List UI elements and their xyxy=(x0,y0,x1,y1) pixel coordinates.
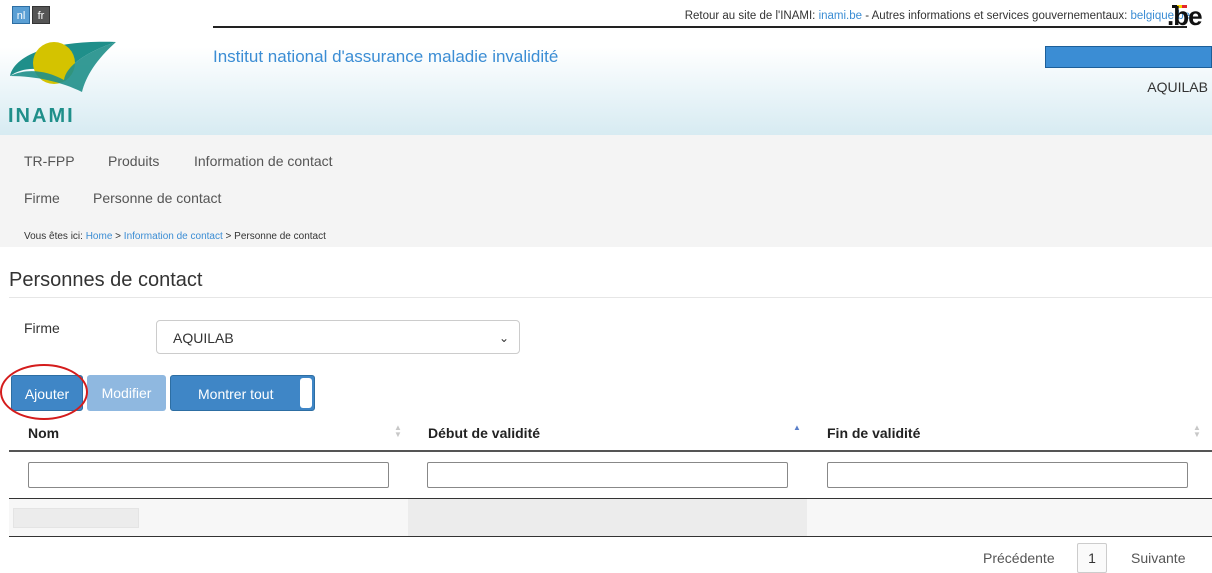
modify-button[interactable]: Modifier xyxy=(87,375,166,411)
show-all-label: Montrer tout xyxy=(198,386,274,402)
toggle-knob xyxy=(300,378,312,408)
pagination-previous[interactable]: Précédente xyxy=(983,550,1055,566)
table-cell-sorted-column xyxy=(408,499,807,536)
language-nl-button[interactable]: nl xyxy=(12,6,30,24)
breadcrumb-separator: > xyxy=(112,231,124,242)
topbar-middle: - Autres informations et services gouver… xyxy=(862,10,1131,22)
filter-input-fin-validite[interactable] xyxy=(827,462,1188,488)
sort-icon[interactable]: ▲ ▼ xyxy=(394,424,402,439)
breadcrumb-home[interactable]: Home xyxy=(86,231,113,242)
user-name: AQUILAB xyxy=(1147,79,1208,95)
column-header-nom[interactable]: Nom xyxy=(28,425,59,441)
topbar-prefix: Retour au site de l'INAMI: xyxy=(684,10,819,22)
topbar-links: Retour au site de l'INAMI: inami.be - Au… xyxy=(560,10,1190,22)
column-header-debut-validite[interactable]: Début de validité xyxy=(428,425,540,441)
table-header-divider xyxy=(9,450,1212,452)
title-divider xyxy=(9,297,1212,298)
breadcrumb-prefix: Vous êtes ici: xyxy=(24,231,86,242)
firm-select-value: AQUILAB xyxy=(173,330,234,346)
user-menu-box[interactable] xyxy=(1045,46,1212,68)
breadcrumb-information-de-contact[interactable]: Information de contact xyxy=(124,231,223,242)
topbar-divider xyxy=(213,26,1187,28)
language-fr-button[interactable]: fr xyxy=(32,6,50,24)
show-all-toggle[interactable]: Montrer tout xyxy=(170,375,315,411)
nav-item-produits[interactable]: Produits xyxy=(108,153,159,169)
breadcrumb-separator: > xyxy=(222,231,235,242)
inami-logo-text: INAMI xyxy=(8,105,75,127)
pagination-page-1[interactable]: 1 xyxy=(1077,543,1107,573)
firm-label: Firme xyxy=(24,320,60,336)
inami-logo-icon[interactable] xyxy=(6,36,126,96)
table-cell-placeholder xyxy=(13,508,139,528)
column-header-fin-validite[interactable]: Fin de validité xyxy=(827,425,920,441)
pagination-next[interactable]: Suivante xyxy=(1131,550,1185,566)
breadcrumb: Vous êtes ici: Home > Information de con… xyxy=(24,231,326,242)
filter-input-nom[interactable] xyxy=(28,462,389,488)
subnav-item-firme[interactable]: Firme xyxy=(24,190,60,206)
sort-ascending-icon[interactable]: ▲ xyxy=(793,424,801,432)
firm-select[interactable]: AQUILAB ⌄ xyxy=(156,320,520,354)
nav-item-tr-fpp[interactable]: TR-FPP xyxy=(24,153,75,169)
institute-title: Institut national d'assurance maladie in… xyxy=(213,47,559,66)
table-bottom-divider xyxy=(9,536,1212,537)
breadcrumb-current: Personne de contact xyxy=(234,231,326,242)
be-logo[interactable]: .be xyxy=(1167,1,1203,32)
nav-item-information-de-contact[interactable]: Information de contact xyxy=(194,153,333,169)
page-title: Personnes de contact xyxy=(9,269,203,291)
chevron-down-icon: ⌄ xyxy=(498,331,509,345)
subnav-item-personne-de-contact[interactable]: Personne de contact xyxy=(93,190,221,206)
inami-link[interactable]: inami.be xyxy=(819,10,862,22)
highlight-ring xyxy=(0,364,88,420)
sort-icon[interactable]: ▲ ▼ xyxy=(1193,424,1201,439)
filter-input-debut-validite[interactable] xyxy=(427,462,788,488)
